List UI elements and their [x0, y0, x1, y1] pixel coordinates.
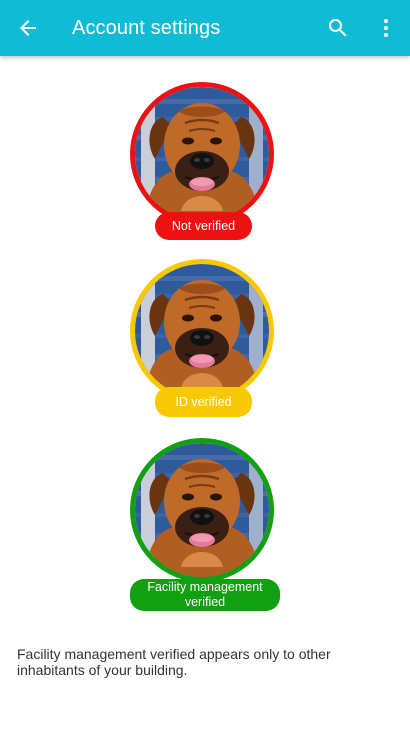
- arrow-back-icon[interactable]: [16, 16, 40, 40]
- page-title: Account settings: [72, 17, 221, 39]
- more-vert-icon[interactable]: [374, 16, 398, 40]
- facility-verified-avatar-card: Facility management verified: [0, 438, 410, 611]
- not-verified-avatar-card: Not verified: [0, 82, 410, 252]
- app-bar: Account settings: [0, 0, 410, 56]
- id-verified-avatar-card: ID verified: [0, 259, 410, 429]
- status-badge-facility-verified: Facility management verified: [130, 579, 280, 611]
- status-badge-id-verified: ID verified: [155, 387, 252, 417]
- avatar: [135, 443, 269, 577]
- avatar-ring-facility-verified[interactable]: [130, 438, 274, 582]
- verification-note: Facility management verified appears onl…: [17, 646, 331, 678]
- avatar: [135, 87, 269, 221]
- avatar-ring-not-verified[interactable]: [130, 82, 274, 226]
- status-badge-not-verified: Not verified: [155, 212, 252, 240]
- search-icon[interactable]: [326, 16, 350, 40]
- avatar: [135, 264, 269, 398]
- avatar-ring-id-verified[interactable]: [130, 259, 274, 403]
